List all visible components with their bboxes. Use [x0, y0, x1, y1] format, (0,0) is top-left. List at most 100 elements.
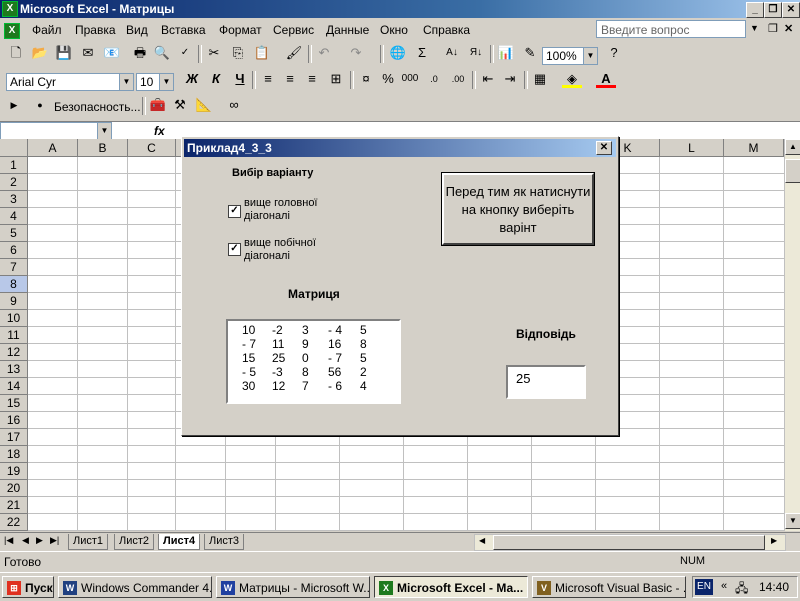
- prev-sheet-icon[interactable]: ◀: [22, 535, 29, 546]
- row-header[interactable]: 7: [0, 259, 28, 276]
- size-dropdown-icon[interactable]: ▼: [159, 74, 173, 90]
- next-sheet-icon[interactable]: ▶: [36, 535, 43, 546]
- task-word[interactable]: W Матрицы - Microsoft W...: [216, 576, 370, 598]
- borders-icon[interactable]: ▦: [530, 69, 550, 89]
- dialog-close-button[interactable]: ✕: [596, 141, 612, 155]
- maximize-button[interactable]: ❐: [764, 2, 782, 18]
- row-header[interactable]: 3: [0, 191, 28, 208]
- row-header[interactable]: 13: [0, 361, 28, 378]
- row-header[interactable]: 19: [0, 463, 28, 480]
- task-windows-commander[interactable]: W Windows Commander 4...: [58, 576, 212, 598]
- close-button[interactable]: ✕: [782, 2, 800, 18]
- chart-wizard-icon[interactable]: 📊: [496, 43, 516, 63]
- spelling-icon[interactable]: ✓: [175, 43, 195, 63]
- menu-data[interactable]: Данные: [326, 23, 369, 37]
- first-sheet-icon[interactable]: |◀: [4, 535, 13, 546]
- row-header[interactable]: 6: [0, 242, 28, 259]
- ask-question-input[interactable]: Введите вопрос: [596, 20, 746, 38]
- col-header[interactable]: L: [660, 139, 724, 157]
- tools-icon[interactable]: ⚒: [170, 95, 190, 115]
- row-header[interactable]: 18: [0, 446, 28, 463]
- menu-view[interactable]: Вид: [126, 23, 148, 37]
- row-header[interactable]: 15: [0, 395, 28, 412]
- excel-app-icon[interactable]: X: [2, 1, 18, 17]
- language-indicator[interactable]: EN: [695, 579, 713, 595]
- task-visual-basic[interactable]: V Microsoft Visual Basic - ...: [532, 576, 686, 598]
- print-preview-icon[interactable]: 🔍: [152, 43, 172, 63]
- doc-restore-icon[interactable]: ❐: [768, 22, 778, 35]
- control-toolbox-icon[interactable]: 🧰: [148, 95, 168, 115]
- align-right-icon[interactable]: ≡: [302, 69, 322, 89]
- menu-edit[interactable]: Правка: [75, 23, 116, 37]
- new-icon[interactable]: 🗋: [6, 43, 26, 63]
- network-icon[interactable]: 🖧: [735, 579, 748, 600]
- sheet-tab-1[interactable]: Лист1: [68, 534, 109, 550]
- row-header[interactable]: 8: [0, 276, 28, 293]
- menu-file[interactable]: Файл: [32, 23, 62, 37]
- menu-tools[interactable]: Сервис: [273, 23, 314, 37]
- zoom-dropdown-icon[interactable]: ▼: [583, 48, 597, 64]
- compute-button[interactable]: Перед тим як натиснути на кнопку виберіт…: [441, 172, 595, 246]
- increase-decimal-icon[interactable]: .0: [424, 69, 444, 89]
- scroll-right-icon[interactable]: ▶: [771, 536, 777, 545]
- open-icon[interactable]: 📂: [30, 43, 50, 63]
- row-header[interactable]: 2: [0, 174, 28, 191]
- horizontal-scroll-thumb[interactable]: [493, 535, 765, 550]
- answer-field[interactable]: 25: [506, 365, 586, 399]
- row-header[interactable]: 11: [0, 327, 28, 344]
- sheet-tab-2[interactable]: Лист2: [114, 534, 155, 550]
- align-left-icon[interactable]: ≡: [258, 69, 278, 89]
- minimize-button[interactable]: _: [746, 2, 764, 18]
- col-header[interactable]: M: [724, 139, 784, 157]
- cut-icon[interactable]: ✂: [204, 43, 224, 63]
- comma-style-icon[interactable]: 000: [400, 69, 420, 89]
- col-header[interactable]: A: [28, 139, 78, 157]
- sheet-tab-4-active[interactable]: Лист4: [158, 534, 201, 550]
- start-button[interactable]: ⊞ Пуск: [2, 576, 54, 598]
- zoom-select[interactable]: 100% ▼: [542, 47, 598, 65]
- checkbox-main-diagonal[interactable]: ✓: [228, 205, 241, 218]
- align-center-icon[interactable]: ≡: [280, 69, 300, 89]
- ask-dropdown-icon[interactable]: ▼: [750, 23, 759, 33]
- checkbox-anti-diagonal[interactable]: ✓: [228, 243, 241, 256]
- sheet-tab-3[interactable]: Лист3: [204, 534, 245, 550]
- increase-indent-icon[interactable]: ⇥: [500, 69, 520, 89]
- security-button[interactable]: Безопасность...: [54, 100, 141, 114]
- scroll-up-icon[interactable]: ▲: [785, 139, 800, 155]
- currency-icon[interactable]: ¤: [356, 69, 376, 89]
- hyperlink-icon[interactable]: 🌐: [388, 43, 408, 63]
- checkbox-main-diagonal-label[interactable]: вище головної діагоналі: [244, 197, 354, 223]
- fx-icon[interactable]: fx: [154, 124, 165, 138]
- col-header[interactable]: B: [78, 139, 128, 157]
- save-icon[interactable]: 💾: [54, 43, 74, 63]
- percent-icon[interactable]: %: [378, 69, 398, 89]
- menu-format[interactable]: Формат: [219, 23, 262, 37]
- menu-help[interactable]: Справка: [423, 23, 470, 37]
- toolbar-expand-icon[interactable]: ▶: [4, 95, 24, 115]
- fill-color-icon[interactable]: ◈: [562, 69, 582, 88]
- row-header[interactable]: 10: [0, 310, 28, 327]
- help-icon[interactable]: ?: [604, 43, 624, 63]
- script-editor-icon[interactable]: ∞: [224, 95, 244, 115]
- name-box-dropdown-icon[interactable]: ▼: [97, 123, 111, 139]
- row-header[interactable]: 4: [0, 208, 28, 225]
- merge-center-icon[interactable]: ⊞: [326, 69, 346, 89]
- undo-icon[interactable]: ↶: [314, 43, 334, 63]
- menu-insert[interactable]: Вставка: [161, 23, 206, 37]
- redo-icon[interactable]: ↷: [346, 43, 366, 63]
- tray-expand-icon[interactable]: «: [721, 580, 727, 592]
- decrease-indent-icon[interactable]: ⇤: [478, 69, 498, 89]
- font-dropdown-icon[interactable]: ▼: [119, 74, 133, 90]
- font-select[interactable]: Arial Cyr ▼: [6, 73, 134, 91]
- format-painter-icon[interactable]: 🖌: [284, 43, 304, 63]
- copy-icon[interactable]: ⎘: [228, 43, 248, 63]
- workbook-icon[interactable]: X: [4, 23, 20, 39]
- scroll-down-icon[interactable]: ▼: [785, 513, 800, 529]
- paste-icon[interactable]: 📋: [252, 43, 272, 63]
- name-box[interactable]: ▼: [0, 122, 112, 140]
- design-mode-icon[interactable]: 📐: [194, 95, 214, 115]
- select-all-corner[interactable]: [0, 139, 28, 157]
- underline-button[interactable]: Ч: [230, 69, 250, 89]
- row-header[interactable]: 1: [0, 157, 28, 174]
- row-header[interactable]: 17: [0, 429, 28, 446]
